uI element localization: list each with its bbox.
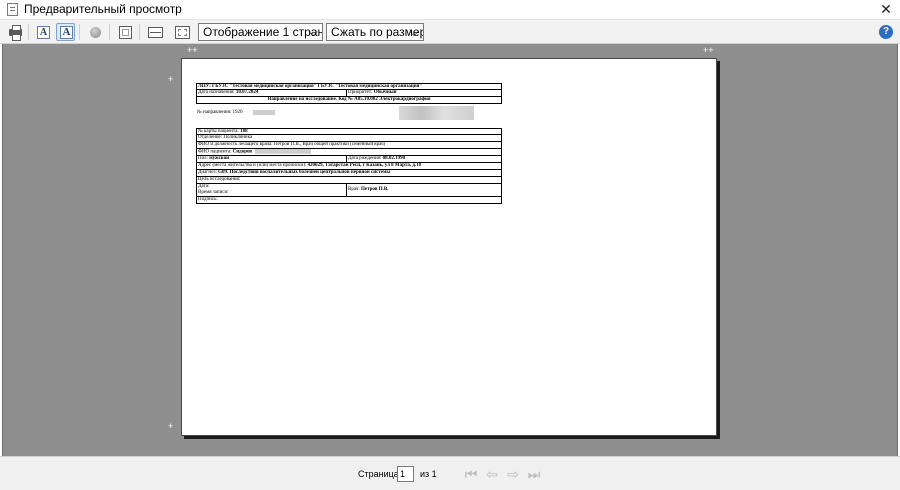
card-row: № карты пациента: 188 xyxy=(196,128,502,135)
sex-cell: Пол: мужской xyxy=(197,156,347,162)
address-value: 420029, Татарстан Респ, г Казань, ул 8 М… xyxy=(307,163,422,168)
margin-marker-left-top[interactable]: ++ xyxy=(187,46,198,55)
doctor2-cell: Врач: Петров П.В. xyxy=(347,184,501,196)
birth-value: 08.02.1990 xyxy=(382,156,406,161)
referral-number-line: № направления: 1920 xyxy=(196,104,502,124)
address-row: Адрес (места жительства и (или) места пр… xyxy=(196,163,502,170)
redacted-number xyxy=(253,110,275,115)
doctor-text: ФИО и должность лечащего врача: Петров П… xyxy=(198,142,386,147)
pager-bar: Страница 1 из 1 ⏮ ⇦ ⇨ ⏭ xyxy=(0,456,900,490)
redacted-barcode xyxy=(399,106,474,120)
referral-title-row: Направление на исследование. Код № A05.1… xyxy=(196,97,502,104)
address-label: Адрес (места жительства и (или) места пр… xyxy=(198,163,308,168)
date-priority-row: Дата назначения: 10.07.2024 Приоритет: О… xyxy=(196,90,502,97)
signature-label: Подпись: xyxy=(198,197,218,202)
font-large-icon: A xyxy=(60,26,73,39)
patient-label: ФИО пациента: xyxy=(198,149,233,155)
diagnosis-row: Диагноз: G09. Последствия воспалительных… xyxy=(196,170,502,177)
last-page-icon[interactable]: ⏭ xyxy=(525,465,543,483)
appointment-row: Дата: Время записи: Врач: Петров П.В. xyxy=(196,184,502,197)
card-label: № карты пациента: xyxy=(198,129,241,134)
print-button[interactable] xyxy=(5,23,24,41)
preview-viewport[interactable]: ++ ++ + + ЛПУ: ГБУЗС "Тестовая медицинск… xyxy=(2,44,898,456)
prev-page-icon[interactable]: ⇦ xyxy=(483,465,501,483)
purpose-label: Цель исследования: xyxy=(198,177,241,182)
margin-marker-bottom[interactable]: + xyxy=(168,422,173,431)
page-setup-button[interactable] xyxy=(115,23,134,41)
window-title: Предварительный просмотр xyxy=(24,2,182,16)
whole-page-button[interactable] xyxy=(172,23,191,41)
font-small-icon: A xyxy=(37,26,50,39)
sex-label: Пол: xyxy=(198,156,210,161)
date-label: Дата назначения: xyxy=(198,90,236,95)
priority-label: Приоритет: xyxy=(348,90,374,95)
doctor2-value: Петров П.В. xyxy=(361,187,389,192)
doctor-row: ФИО и должность лечащего врача: Петров П… xyxy=(196,142,502,149)
birth-cell: Дата рождения: 08.02.1990 xyxy=(347,156,501,162)
patient-value: Сидоров xyxy=(232,149,253,155)
page-mode-value: Отображение 1 страницы xyxy=(203,25,322,39)
chevron-down-icon: ⌵ xyxy=(409,25,419,39)
chevron-down-icon: ⌵ xyxy=(308,25,318,39)
time-label: Время записи: xyxy=(198,190,229,195)
page-count-label: из 1 xyxy=(420,469,437,479)
appointment-cell: Дата: Время записи: xyxy=(197,184,347,196)
fit-width-button[interactable] xyxy=(145,23,164,41)
referral-title: Направление на исследование. Код № A05.1… xyxy=(267,97,431,102)
first-page-icon[interactable]: ⏮ xyxy=(462,465,480,483)
department-row: Отделение: Поликлиника xyxy=(196,135,502,142)
redacted-patient-name xyxy=(255,149,312,154)
card-value: 188 xyxy=(240,129,248,134)
help-button[interactable]: ? xyxy=(879,25,893,39)
margin-marker-top[interactable]: + xyxy=(168,75,173,84)
doctor2-label: Врач: xyxy=(348,187,362,192)
diagnosis-value: G09. Последствия воспалительных болезней… xyxy=(218,170,391,175)
toolbar-separator xyxy=(79,24,80,40)
sex-value: мужской xyxy=(209,156,229,161)
patient-row: ФИО пациента: Сидоров xyxy=(196,149,502,156)
font-large-button[interactable]: A xyxy=(56,23,75,41)
priority-value: Обычный xyxy=(373,90,397,95)
toolbar-separator xyxy=(139,24,140,40)
toolbar: A A Отображение 1 страницы ⌵ Сжать по ра… xyxy=(0,20,900,44)
date-value: 10.07.2024 xyxy=(235,90,259,95)
date-cell: Дата назначения: 10.07.2024 xyxy=(197,90,347,96)
priority-cell: Приоритет: Обычный xyxy=(347,90,501,96)
preview-page: ЛПУ: ГБУЗС "Тестовая медицинская организ… xyxy=(181,58,717,436)
toolbar-separator xyxy=(28,24,29,40)
lpu-row: ЛПУ: ГБУЗС "Тестовая медицинская организ… xyxy=(196,83,502,90)
department-text: Отделение: Поликлиника xyxy=(198,135,253,140)
next-page-icon[interactable]: ⇨ xyxy=(504,465,522,483)
document-icon xyxy=(7,3,18,16)
margin-marker-right-top[interactable]: ++ xyxy=(703,46,714,55)
page-label: Страница xyxy=(358,469,399,479)
sex-birth-row: Пол: мужской Дата рождения: 08.02.1990 xyxy=(196,156,502,163)
gear-icon xyxy=(90,27,101,38)
page-number-input[interactable]: 1 xyxy=(397,466,414,482)
referral-document: ЛПУ: ГБУЗС "Тестовая медицинская организ… xyxy=(196,83,502,204)
settings-button[interactable] xyxy=(85,23,104,41)
signature-row: Подпись: xyxy=(196,197,502,204)
page-mode-select[interactable]: Отображение 1 страницы ⌵ xyxy=(198,23,323,41)
lpu-text: ЛПУ: ГБУЗС "Тестовая медицинская организ… xyxy=(198,84,423,89)
referral-number-label: № направления: 1920 xyxy=(197,110,243,115)
printer-icon xyxy=(9,25,22,41)
title-bar: Предварительный просмотр ✕ xyxy=(0,0,900,20)
close-button[interactable]: ✕ xyxy=(878,0,894,19)
whole-page-icon xyxy=(175,26,190,39)
diagnosis-label: Диагноз: xyxy=(198,170,219,175)
page-icon xyxy=(119,26,132,39)
font-small-button[interactable]: A xyxy=(33,23,52,41)
birth-label: Дата рождения: xyxy=(348,156,383,161)
zoom-select[interactable]: Сжать по размеру ⌵ xyxy=(326,23,424,41)
toolbar-separator xyxy=(109,24,110,40)
fit-width-icon xyxy=(148,27,163,38)
purpose-row: Цель исследования: xyxy=(196,177,502,184)
